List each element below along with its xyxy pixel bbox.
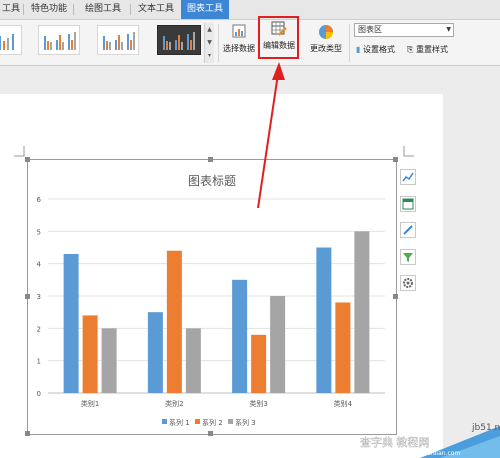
watermark-logo: jb51.net 查字典 教程网 jiaocheng.chazidian.com [360,423,500,458]
watermark-line3: jiaocheng.chazidian.com [385,450,460,457]
watermark-line2: 查字典 教程网 [360,435,430,449]
watermark-line1: jb51.net [471,423,500,433]
annotation-arrow [257,62,285,209]
